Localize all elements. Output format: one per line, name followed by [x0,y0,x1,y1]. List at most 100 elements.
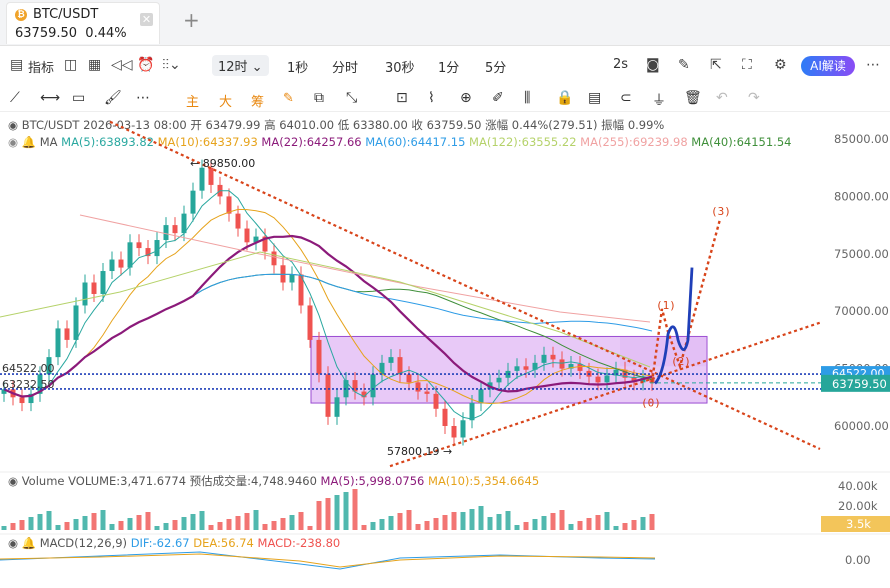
volume-bar [199,511,205,530]
candle-body [82,282,88,306]
volume-bar [460,512,466,530]
candle-body [19,397,25,404]
magnet-icon[interactable]: ⊂ [620,90,632,106]
tab-btc-usdt[interactable]: ₿ BTC/USDT 63759.50 0.44% ✕ [6,2,160,44]
level-label: 63232.50 [2,378,55,391]
rectangle-icon[interactable]: ▭ [72,90,85,106]
volume-bar [145,512,151,530]
alarm-icon[interactable]: ⏰ [137,57,154,73]
interval-timeshare[interactable]: 分时 [332,57,358,76]
wave-label: (3) [711,205,731,218]
interval-1m[interactable]: 1分 [438,57,459,76]
notes-icon[interactable]: ▤ [588,90,601,106]
ai-analysis-button[interactable]: AI解读 [801,56,855,76]
wave-label: (2) [671,355,691,368]
price-axis-label: 85000.00 [834,132,889,146]
volume-bar [280,518,286,530]
replay-icon[interactable]: ◁◁ [111,57,133,73]
price-axis-label: 75000.00 [834,247,889,261]
camera-icon[interactable]: ◙ [646,57,660,73]
horizontal-line-icon[interactable]: ⟷ [40,90,60,106]
trash-icon[interactable]: 🗑 [684,90,702,106]
ruler-icon[interactable]: ⌇ [428,90,435,106]
layout-icon[interactable]: ▦ [88,57,101,73]
big-tool[interactable]: 大 [219,91,232,110]
volume-bar [550,513,556,530]
chart-canvas[interactable]: 85000.0080000.0075000.0070000.0065000.00… [0,112,890,588]
redo-icon[interactable]: ↷ [748,90,760,106]
volume-bar [379,519,385,530]
popout-icon[interactable]: ⇱ [710,57,722,73]
candle-body [271,251,277,266]
candle-body [244,228,250,243]
volume-bar [91,513,97,530]
interval-30s[interactable]: 30秒 [385,57,415,76]
candle-body [433,393,439,409]
eye-icon[interactable]: ◉ [8,474,18,488]
chart-type-icon[interactable]: ⫶⫶⌄ [162,57,181,73]
volume-bar [631,520,637,530]
candle-body [478,389,484,404]
measure-icon[interactable]: ⤡ [346,90,357,106]
eye-icon[interactable]: ◉ [8,536,18,550]
interval-1s[interactable]: 1秒 [287,57,308,76]
lock-icon[interactable]: 🔒 [556,90,573,106]
more-tools-icon[interactable]: ⋯ [136,90,150,106]
candle-body [460,420,466,438]
brush-icon[interactable]: 🖌 [104,90,122,106]
candle-body [370,374,376,398]
candle-body [325,374,331,417]
bookmark-icon[interactable]: ⊡ [396,90,408,106]
more-icon[interactable]: ⋯ [866,57,880,73]
refresh-rate[interactable]: 2s [613,57,628,72]
candle-body [469,403,475,421]
settings-icon[interactable]: ⚙ [774,57,787,73]
indicator-icon[interactable]: ▤ [10,57,23,73]
magic-pen-icon[interactable]: ✐ [492,90,504,106]
volume-bar [649,514,655,530]
volume-bar [586,518,592,530]
add-tab-icon[interactable]: + [183,8,200,32]
volume-bar [568,524,574,530]
indicators-button[interactable]: 指标 [28,57,54,76]
volume-bar [127,518,133,530]
volume-bar [487,517,493,530]
bars-icon[interactable]: ⫼ [524,90,530,106]
cross-copy-icon[interactable]: ⧉ [314,90,324,106]
candle-body [307,305,313,340]
candle-body [541,354,547,363]
volume-bar [640,517,646,530]
close-tab-icon[interactable]: ✕ [140,13,153,26]
wave-label: (1) [656,299,676,312]
volume-bar [226,519,232,530]
filter-icon[interactable]: ⏚ [652,90,666,110]
undo-icon[interactable]: ↶ [716,90,728,106]
candle-body [523,366,529,370]
volume-bar [100,510,106,530]
interval-5m[interactable]: 5分 [485,57,506,76]
candle-body [127,242,133,268]
chart-toolbar: ▤ 指标 ◫ ▦ ◁◁ ⏰ ⫶⫶⌄ 12时 ⌄ 1秒 分时 30秒 1分 5分 … [0,50,890,82]
trendline-icon[interactable]: ⟋ [10,90,20,106]
candle-body [442,408,448,426]
volume-bar [181,517,187,530]
bell-icon[interactable]: 🔔 [22,536,36,550]
fullscreen-icon[interactable]: ⛶ [742,57,752,73]
candle-body [514,366,520,371]
volume-bar [478,506,484,530]
volume-bar [361,525,367,530]
candle-body [550,354,556,360]
chip-tool[interactable]: 筹 [251,91,264,110]
ai-draw-icon[interactable]: ✎ [283,91,294,106]
volume-bar [46,511,52,530]
price-axis-label: 60000.00 [834,419,889,433]
volume-bar [253,510,259,530]
volume-bar [451,512,457,530]
main-tool[interactable]: 主 [186,91,199,110]
volume-bar [208,525,214,530]
interval-select[interactable]: 12时 ⌄ [212,55,269,76]
volume-bar [82,516,88,530]
pen-icon[interactable]: ✎ [678,57,690,73]
template-icon[interactable]: ◫ [64,57,77,73]
zoom-in-icon[interactable]: ⊕ [460,90,472,106]
